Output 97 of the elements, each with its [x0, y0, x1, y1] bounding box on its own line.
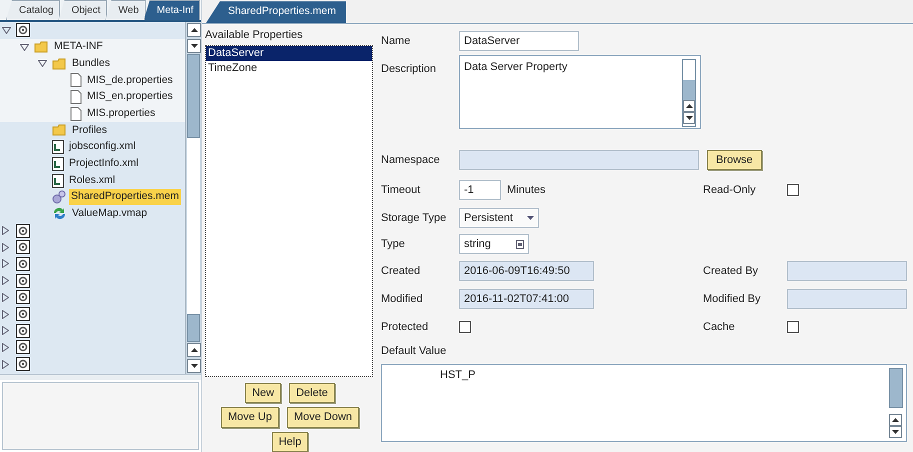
project-icon	[16, 290, 30, 304]
tree-item[interactable]: jobsconfig.xml	[67, 139, 138, 156]
project-icon	[16, 324, 30, 338]
list-item[interactable]: DataServer	[206, 46, 372, 60]
field-label: Cache	[703, 320, 736, 335]
collapsed-icon[interactable]	[2, 310, 9, 319]
file-icon	[70, 73, 82, 88]
field-label: Modified By	[703, 292, 762, 307]
tree-item[interactable]: SharedProperties.mem	[69, 189, 181, 206]
file-icon	[70, 106, 82, 121]
field-label: Protected	[381, 320, 430, 335]
readonly-field[interactable]: 2016-11-02T07:41:00	[459, 289, 594, 309]
editor-tab[interactable]: SharedProperties.mem	[206, 1, 346, 23]
expanded-icon[interactable]	[2, 26, 11, 34]
document-icon	[52, 140, 64, 154]
readonly-field[interactable]: 2016-06-09T16:49:50	[459, 261, 594, 281]
collapsed-icon[interactable]	[2, 276, 9, 286]
button[interactable]: Move Down	[286, 407, 360, 428]
list-item[interactable]: TimeZone	[206, 60, 372, 76]
checkbox[interactable]	[787, 184, 799, 196]
tree-item[interactable]: ProjectInfo.xml	[67, 156, 140, 172]
scroll-down-icon[interactable]	[889, 426, 902, 438]
arrows-icon	[52, 207, 67, 220]
field-label: Default Value	[381, 344, 448, 359]
expanded-icon[interactable]	[20, 44, 29, 51]
unit-label: Minutes	[507, 182, 546, 198]
dropdown[interactable]: Persistent	[459, 208, 539, 228]
properties-list[interactable]: DataServer TimeZone	[205, 44, 373, 376]
dropdown-arrow-icon[interactable]	[527, 216, 534, 220]
project-icon	[16, 240, 30, 254]
scroll-down-icon[interactable]	[187, 359, 201, 373]
scroll-up-icon[interactable]	[187, 23, 201, 37]
checkbox[interactable]	[787, 321, 799, 333]
field-label: Description	[381, 62, 438, 77]
document-icon	[52, 156, 64, 171]
scroll-down-icon[interactable]	[683, 112, 695, 124]
button[interactable]: Move Up	[220, 407, 279, 428]
field-label: Name	[381, 34, 412, 49]
scroll-thumb[interactable]	[889, 368, 903, 408]
field-label: Timeout	[381, 182, 422, 198]
field-label: Type	[381, 236, 406, 252]
collapsed-icon[interactable]	[2, 292, 9, 302]
expanded-icon[interactable]	[38, 60, 47, 68]
field-label: Namespace	[381, 152, 441, 168]
field-label: Modified	[381, 292, 424, 307]
checkbox[interactable]	[459, 321, 471, 333]
tab[interactable]: Meta-Inf	[144, 0, 200, 20]
scrollbar[interactable]	[185, 22, 201, 374]
input-field[interactable]	[459, 150, 699, 170]
scroll-up-icon[interactable]	[683, 100, 695, 112]
project-icon	[16, 23, 30, 38]
scroll-thumb[interactable]	[187, 314, 200, 342]
project-icon	[16, 256, 30, 271]
button[interactable]: New	[245, 382, 282, 403]
readonly-field[interactable]	[787, 261, 907, 281]
scroll-thumb[interactable]	[683, 80, 695, 100]
tree-item[interactable]: Profiles	[70, 122, 110, 138]
scrollbar[interactable]	[682, 59, 696, 127]
button[interactable]: Delete	[289, 382, 335, 403]
browse-button[interactable]: Browse	[707, 150, 762, 170]
project-icon	[16, 274, 30, 288]
collapsed-icon[interactable]	[2, 242, 9, 252]
document-icon	[52, 174, 64, 188]
collapsed-icon[interactable]	[2, 326, 9, 336]
text-area[interactable]: HST_P	[381, 364, 907, 442]
project-icon	[16, 357, 30, 372]
gears-icon	[52, 190, 66, 204]
field-label: Read-Only	[703, 182, 757, 198]
tree-item[interactable]: ValueMap.vmap	[70, 206, 150, 222]
button[interactable]: Help	[272, 432, 308, 452]
readonly-field[interactable]	[787, 289, 907, 309]
collapsed-icon[interactable]	[2, 259, 9, 268]
collapsed-icon[interactable]	[2, 360, 9, 369]
dropdown-icon[interactable]	[516, 240, 524, 248]
scroll-up-icon[interactable]	[889, 414, 902, 426]
project-icon	[16, 340, 30, 354]
collapsed-icon[interactable]	[2, 342, 9, 352]
scroll-down-icon[interactable]	[187, 39, 201, 53]
input-field[interactable]: DataServer	[459, 31, 579, 51]
collapsed-icon[interactable]	[2, 226, 9, 236]
tab[interactable]: Web	[105, 0, 146, 20]
tree-item[interactable]: Roles.xml	[67, 172, 118, 188]
tab[interactable]: Catalog	[6, 0, 60, 20]
list-label: Available Properties	[205, 28, 304, 43]
input-field[interactable]: -1	[459, 180, 501, 200]
project-icon	[16, 224, 30, 238]
field-label: Created	[381, 264, 422, 279]
scroll-up-icon[interactable]	[187, 343, 201, 357]
folder-icon	[52, 58, 67, 70]
project-icon	[16, 307, 30, 322]
dropdown[interactable]: string	[459, 234, 529, 254]
file-icon	[70, 90, 82, 104]
tab[interactable]: Object	[58, 0, 108, 20]
scroll-thumb[interactable]	[187, 54, 200, 138]
text-area[interactable]: Data Server Property	[459, 55, 701, 129]
field-label: Storage Type	[381, 210, 448, 226]
field-label: Created By	[703, 264, 760, 279]
